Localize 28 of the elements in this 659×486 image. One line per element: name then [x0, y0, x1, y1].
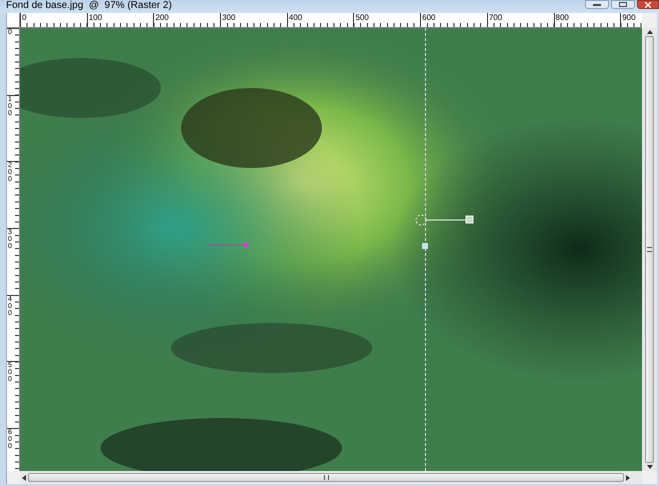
scrollbar-thumb[interactable] [645, 36, 654, 463]
down-arrow-icon[interactable] [646, 465, 652, 469]
close-icon [645, 2, 651, 8]
grip-icon [324, 475, 328, 480]
ruler-label: 800 [556, 13, 569, 22]
maximize-button[interactable] [611, 0, 635, 9]
ruler-label: 400 [288, 13, 302, 22]
ruler-label: 300 [222, 13, 236, 22]
ruler-label: 200 [155, 13, 169, 22]
ruler-label: 0 [22, 13, 26, 22]
minimize-icon [593, 4, 601, 6]
ruler-label: 600 [422, 13, 436, 22]
right-arrow-icon[interactable] [626, 474, 630, 480]
maximize-icon [619, 2, 627, 7]
ruler-label: 500 [355, 13, 369, 22]
ruler-label: 700 [488, 13, 502, 22]
ruler-label: 900 [622, 13, 636, 22]
horizontal-scrollbar[interactable] [20, 471, 642, 484]
guide-handle[interactable] [422, 243, 428, 249]
gradient-handle-drawing [415, 214, 475, 226]
close-button[interactable] [637, 0, 659, 9]
handle-drawing [206, 242, 250, 248]
ruler-label: 100 [88, 13, 102, 22]
scrollbar-thumb[interactable] [28, 473, 624, 482]
window-title: Fond de base.jpg @ 97% (Raster 2) [6, 0, 172, 12]
vertical-scrollbar[interactable] [642, 28, 657, 471]
minimize-button[interactable] [585, 0, 609, 9]
grip-icon [647, 247, 652, 252]
